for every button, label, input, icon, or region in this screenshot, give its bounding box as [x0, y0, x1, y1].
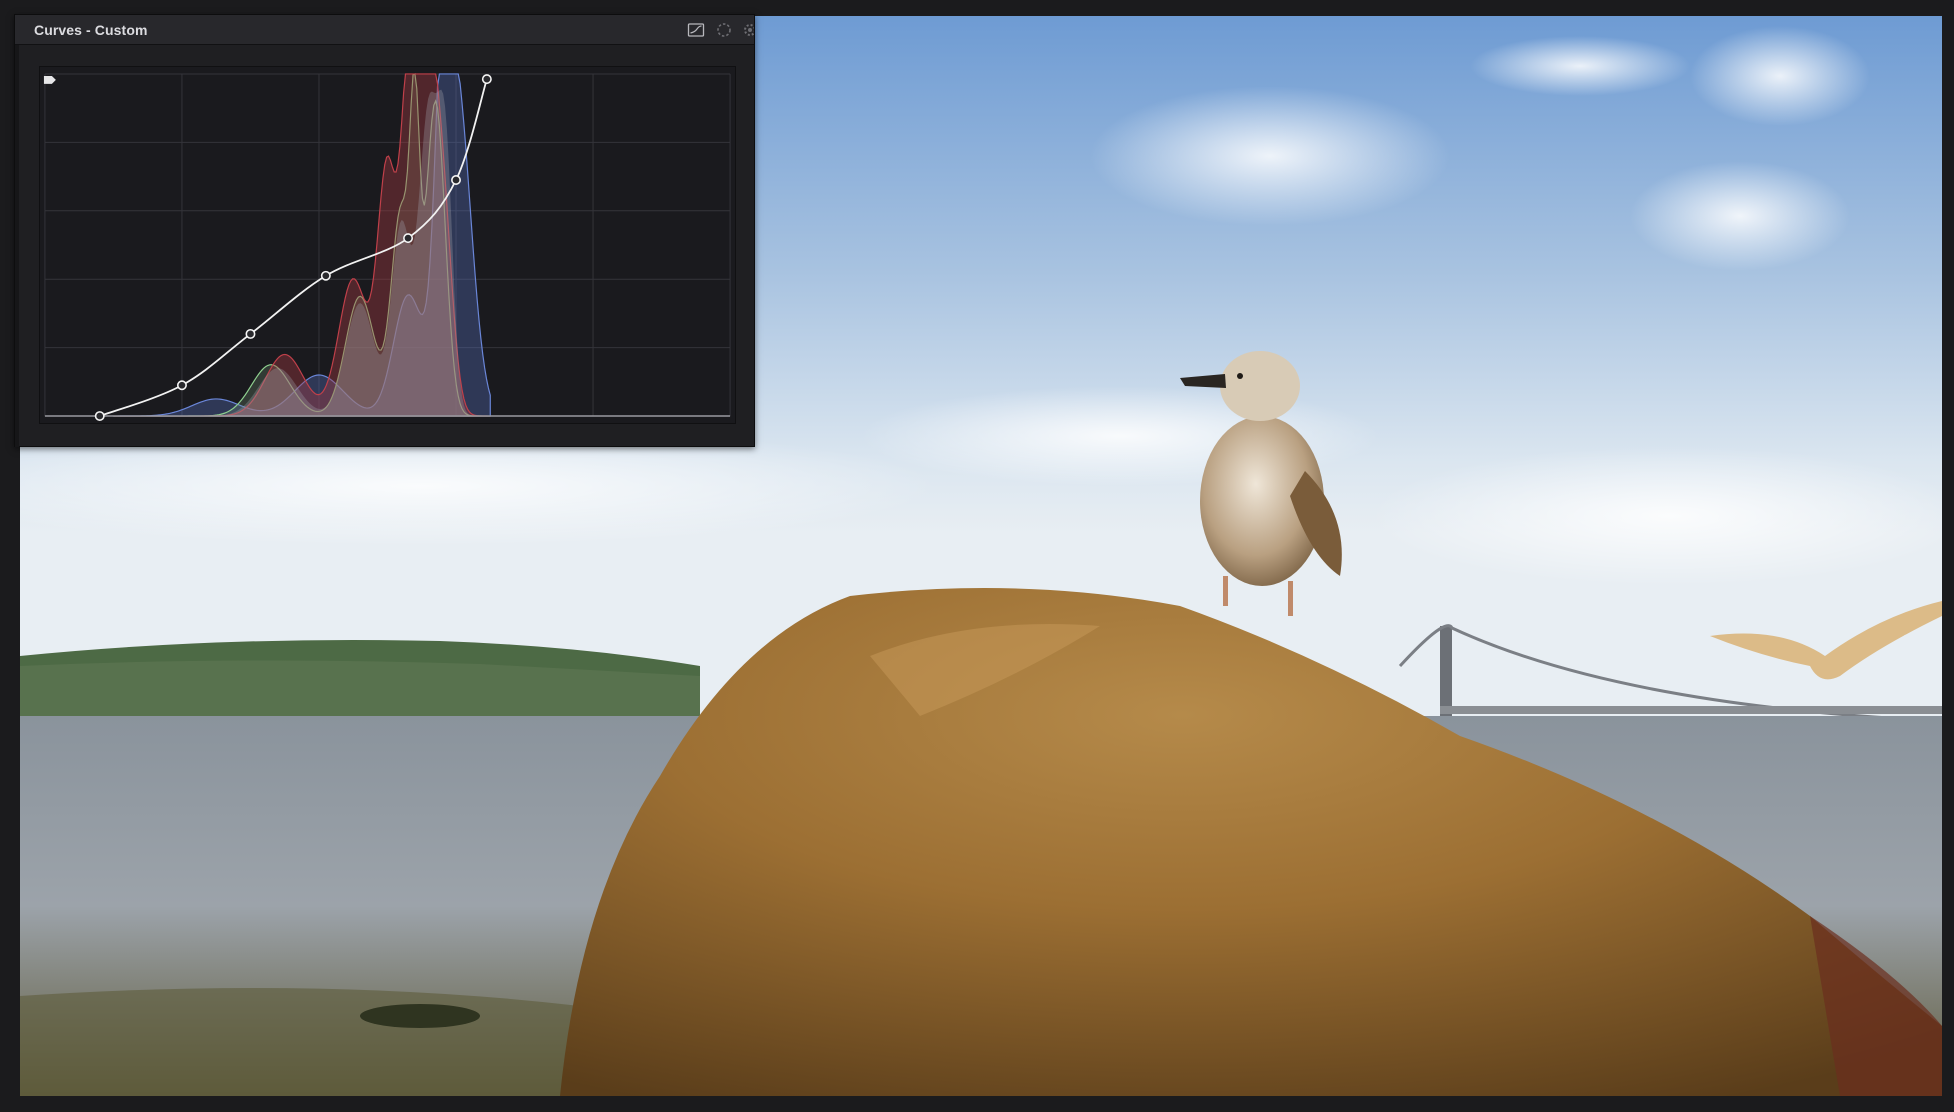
loading-spinner-icon[interactable]: [715, 21, 733, 39]
curve-control-point[interactable]: [320, 270, 331, 281]
panel-header: Curves - Custom: [15, 15, 754, 45]
graph-view-icon[interactable]: [687, 21, 705, 39]
curve-control-point[interactable]: [176, 380, 187, 391]
curve-control-point[interactable]: [403, 233, 414, 244]
curves-panel: Curves - Custom: [14, 14, 755, 447]
bottom-border: [0, 1096, 1954, 1112]
curve-control-point[interactable]: [245, 328, 256, 339]
curve-editor[interactable]: [39, 66, 736, 424]
curve-graph[interactable]: [40, 67, 735, 423]
curve-control-point[interactable]: [481, 74, 492, 85]
histogram-luma: [113, 89, 491, 417]
histogram: [112, 73, 491, 417]
curve-marker-icon[interactable]: [43, 75, 56, 84]
panel-left-strip: [15, 45, 19, 447]
panel-title: Curves - Custom: [34, 22, 148, 38]
curve-control-point[interactable]: [451, 175, 461, 185]
settings-icon[interactable]: [741, 21, 754, 39]
curve-control-point[interactable]: [94, 411, 105, 422]
